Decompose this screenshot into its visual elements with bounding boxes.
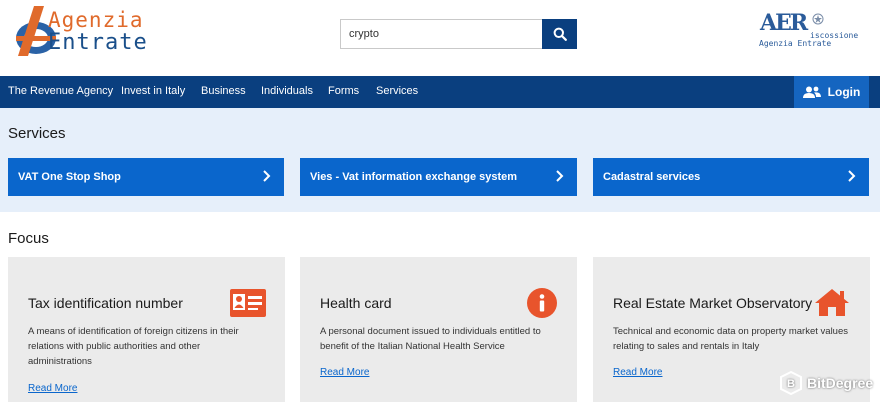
logo-line-1: Agenzia [48,8,144,32]
card-description: Technical and economic data on property … [613,326,848,352]
riscossione-logo[interactable]: AER iscossione Agenzia Entrate [758,10,858,50]
svg-text:B: B [787,378,795,390]
nav-item-individuals[interactable]: Individuals [261,85,313,97]
read-more-link[interactable]: Read More [320,367,369,378]
service-vies[interactable]: Vies - Vat information exchange system [300,158,577,196]
info-icon [527,288,557,318]
main-navbar: The Revenue Agency Invest in Italy Busin… [0,76,880,108]
read-more-link[interactable]: Read More [613,367,662,378]
nav-item-revenue-agency[interactable]: The Revenue Agency [8,85,113,97]
users-icon [802,86,821,98]
focus-card-tax-id: Tax identification number A means of ide… [8,257,285,402]
search-icon [553,27,567,41]
nav-item-business[interactable]: Business [201,85,246,97]
card-description: A means of identification of foreign cit… [28,326,239,367]
login-button[interactable]: Login [794,76,869,108]
id-card-icon [230,289,266,317]
login-label: Login [827,85,861,99]
watermark-text: BitDegree [807,375,874,391]
focus-card-health-card: Health card A personal document issued t… [300,257,577,402]
riscossione-subtext: Agenzia Entrate [759,39,832,48]
riscossione-mark: AER [760,10,808,36]
bitdegree-watermark: B BitDegree [780,371,873,395]
service-label: Cadastral services [603,171,701,183]
card-description: A personal document issued to individual… [320,326,541,352]
home-icon [815,289,849,316]
card-title: Real Estate Market Observatory [613,295,813,311]
bitdegree-logo-icon: B [780,371,802,395]
nav-item-services[interactable]: Services [376,85,418,97]
services-title: Services [8,125,66,142]
nav-item-forms[interactable]: Forms [328,85,359,97]
agenzia-entrate-logo[interactable]: Agenzia Entrate [8,2,188,62]
service-label: VAT One Stop Shop [18,171,121,183]
search-button[interactable] [542,19,577,49]
nav-item-invest-in-italy[interactable]: Invest in Italy [121,85,185,97]
service-label: Vies - Vat information exchange system [310,171,518,183]
card-title: Health card [320,295,392,311]
search-bar [340,19,577,49]
search-input[interactable] [340,19,542,49]
chevron-right-icon [263,170,271,182]
service-vat-one-stop-shop[interactable]: VAT One Stop Shop [8,158,284,196]
service-cadastral[interactable]: Cadastral services [593,158,869,196]
read-more-link[interactable]: Read More [28,383,77,394]
chevron-right-icon [848,170,856,182]
logo-line-2: Entrate [48,30,148,55]
focus-title: Focus [8,230,49,247]
site-header: Agenzia Entrate AER iscossione Agenzia E… [0,0,880,76]
chevron-right-icon [556,170,564,182]
card-title: Tax identification number [28,295,183,311]
emblem-icon [812,13,824,25]
